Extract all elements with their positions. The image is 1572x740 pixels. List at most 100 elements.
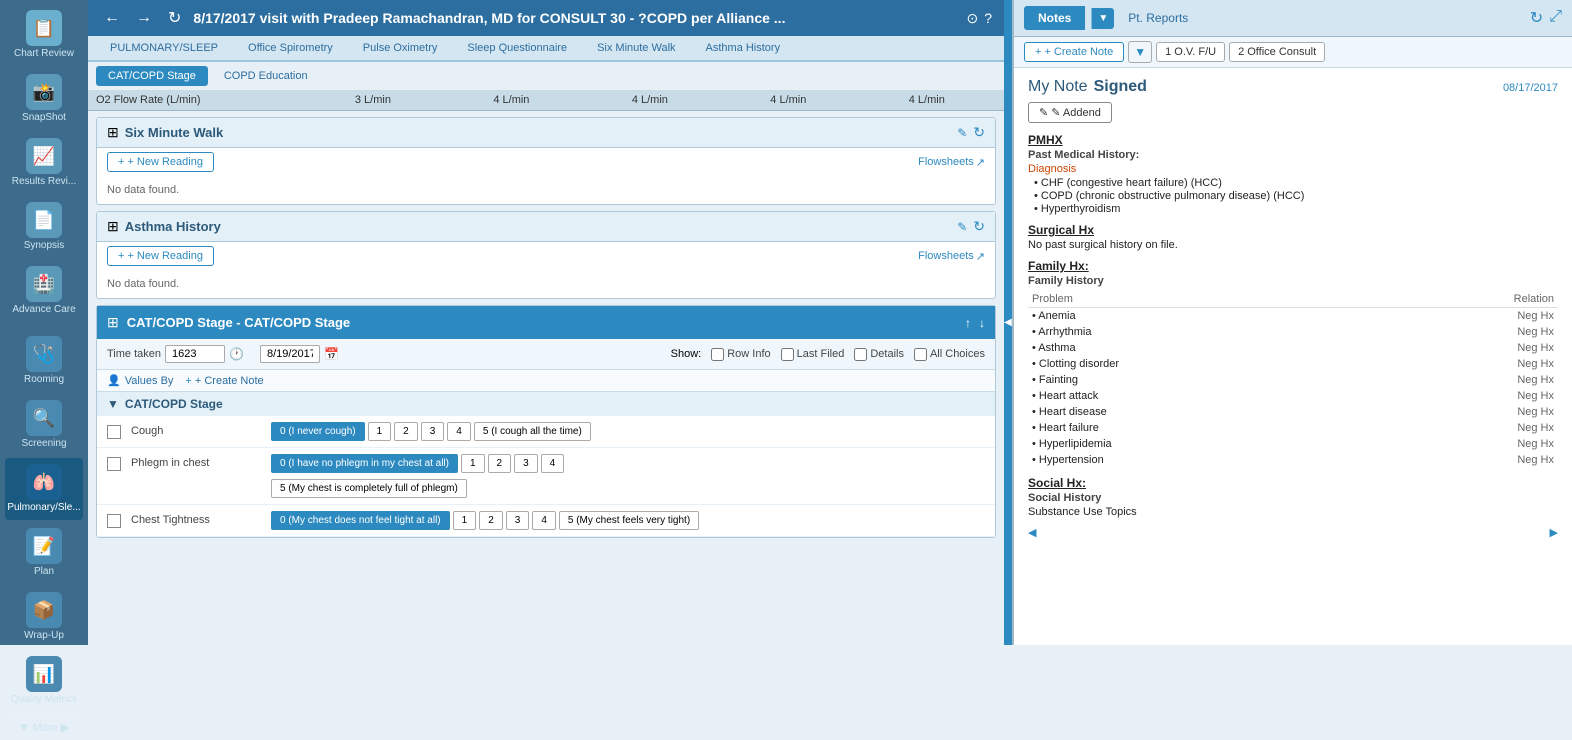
sidebar-item-quality[interactable]: 📊 Quality Metrics bbox=[5, 650, 83, 712]
page-title: 8/17/2017 visit with Pradeep Ramachandra… bbox=[193, 10, 958, 26]
refresh-notes-icon[interactable]: ↻ bbox=[1530, 8, 1543, 28]
create-note-button[interactable]: + + Create Note bbox=[1024, 42, 1124, 62]
all-choices-checkbox[interactable] bbox=[914, 348, 927, 361]
sidebar-item-advance-care[interactable]: 🏥 Advance Care bbox=[5, 260, 83, 322]
all-choices-checkbox-label[interactable]: All Choices bbox=[914, 348, 985, 361]
phlegm-opt-2[interactable]: 2 bbox=[488, 454, 512, 473]
chest-opt-2[interactable]: 2 bbox=[479, 511, 503, 530]
refresh-icon-smw[interactable]: ↻ bbox=[973, 124, 985, 141]
chest-tightness-checkbox[interactable] bbox=[107, 514, 121, 528]
phlegm-opt-1[interactable]: 1 bbox=[461, 454, 485, 473]
row-info-checkbox[interactable] bbox=[711, 348, 724, 361]
note-my-label: My Note bbox=[1028, 78, 1088, 96]
sidebar-item-synopsis[interactable]: 📄 Synopsis bbox=[5, 196, 83, 258]
last-filed-checkbox-label[interactable]: Last Filed bbox=[781, 348, 845, 361]
create-note-link[interactable]: + + Create Note bbox=[185, 375, 263, 387]
screening-icon: 🔍 bbox=[26, 400, 62, 436]
tab-sleep-questionnaire[interactable]: Sleep Questionnaire bbox=[453, 36, 581, 62]
chest-tightness-label: Chest Tightness bbox=[131, 511, 261, 526]
scroll-left-icon[interactable]: ◀ bbox=[1028, 526, 1036, 539]
main-content: ← → ↻ 8/17/2017 visit with Pradeep Ramac… bbox=[88, 0, 1004, 645]
tab-pulmonary-sleep[interactable]: PULMONARY/SLEEP bbox=[96, 36, 232, 62]
last-filed-checkbox[interactable] bbox=[781, 348, 794, 361]
refresh-icon-ah[interactable]: ↻ bbox=[973, 218, 985, 235]
family-problem-0: • Anemia bbox=[1028, 308, 1379, 325]
addend-button[interactable]: ✎ ✎ Addend bbox=[1028, 102, 1112, 123]
chest-opt-0[interactable]: 0 (My chest does not feel tight at all) bbox=[271, 511, 450, 530]
sidebar-item-results[interactable]: 📈 Results Revi... bbox=[5, 132, 83, 194]
chest-opt-3[interactable]: 3 bbox=[506, 511, 530, 530]
note-content[interactable]: My Note Signed 08/17/2017 ✎ ✎ Addend PMH… bbox=[1014, 68, 1572, 645]
sidebar-item-rooming[interactable]: 🩺 Rooming bbox=[5, 330, 83, 392]
tab-pulse-oximetry[interactable]: Pulse Oximetry bbox=[349, 36, 452, 62]
row-info-checkbox-label[interactable]: Row Info bbox=[711, 348, 770, 361]
cough-opt-0[interactable]: 0 (I never cough) bbox=[271, 422, 365, 441]
sidebar-item-snapshot[interactable]: 📸 SnapShot bbox=[5, 68, 83, 130]
details-checkbox-label[interactable]: Details bbox=[854, 348, 904, 361]
filter-ov-fu-button[interactable]: 1 O.V. F/U bbox=[1156, 42, 1225, 62]
forward-button[interactable]: → bbox=[132, 7, 156, 29]
pt-reports-button[interactable]: Pt. Reports bbox=[1120, 7, 1196, 29]
external-link-icon[interactable]: ⊙ bbox=[966, 10, 978, 27]
subtab-copd-education[interactable]: COPD Education bbox=[212, 66, 320, 86]
splitter-handle[interactable]: ◀ bbox=[1004, 0, 1012, 645]
home-button[interactable]: ↻ bbox=[164, 6, 185, 30]
cough-opt-3[interactable]: 3 bbox=[421, 422, 445, 441]
new-reading-btn-smw[interactable]: + + New Reading bbox=[107, 152, 214, 172]
edit-icon-ah[interactable]: ✎ bbox=[957, 220, 967, 234]
chest-tightness-row: Chest Tightness 0 (My chest does not fee… bbox=[97, 505, 995, 537]
table-row: • FaintingNeg Hx bbox=[1028, 372, 1558, 388]
sidebar-item-pulmonary[interactable]: 🫁 Pulmonary/Sle... bbox=[5, 458, 83, 520]
content-scroll[interactable]: ⊞ Six Minute Walk ✎ ↻ + + New Reading Fl… bbox=[88, 111, 1004, 645]
catcopd-form-section-header: ▼ CAT/COPD Stage bbox=[97, 392, 995, 416]
dropdown-icon-create[interactable]: ▼ bbox=[1128, 41, 1152, 63]
help-icon[interactable]: ? bbox=[984, 10, 992, 27]
chest-opt-4[interactable]: 4 bbox=[532, 511, 556, 530]
notes-tab-button[interactable]: Notes bbox=[1024, 6, 1085, 30]
subtab-catcopd-stage[interactable]: CAT/COPD Stage bbox=[96, 66, 208, 86]
sidebar-item-chart-review[interactable]: 📋 Chart Review bbox=[5, 4, 83, 66]
phlegm-checkbox[interactable] bbox=[107, 457, 121, 471]
time-taken-input[interactable] bbox=[165, 345, 225, 363]
values-by-group[interactable]: 👤 Values By bbox=[107, 374, 173, 387]
phlegm-opt-5[interactable]: 5 (My chest is completely full of phlegm… bbox=[271, 479, 467, 498]
phlegm-opt-0[interactable]: 0 (I have no phlegm in my chest at all) bbox=[271, 454, 458, 473]
cough-checkbox[interactable] bbox=[107, 425, 121, 439]
sort-down-icon[interactable]: ↓ bbox=[979, 316, 985, 330]
edit-icon-smw[interactable]: ✎ bbox=[957, 126, 967, 140]
phlegm-opt-3[interactable]: 3 bbox=[514, 454, 538, 473]
table-icon-ah: ⊞ bbox=[107, 218, 119, 235]
flowsheets-link-ah[interactable]: Flowsheets ↗ bbox=[918, 250, 985, 263]
tab-office-spirometry[interactable]: Office Spirometry bbox=[234, 36, 347, 62]
collapse-icon[interactable]: ▼ bbox=[107, 397, 119, 411]
flowsheets-link-smw[interactable]: Flowsheets ↗ bbox=[918, 156, 985, 169]
details-checkbox[interactable] bbox=[854, 348, 867, 361]
sidebar-more[interactable]: ▼ More ▶ bbox=[5, 714, 83, 740]
expand-notes-icon[interactable]: ⤢ bbox=[1549, 8, 1562, 28]
pmhx-subsection: Past Medical History: bbox=[1028, 149, 1558, 161]
phlegm-opt-4[interactable]: 4 bbox=[541, 454, 565, 473]
cough-opt-4[interactable]: 4 bbox=[447, 422, 471, 441]
table-icon-catcopd: ⊞ bbox=[107, 314, 119, 331]
flowsheets-icon-smw: ↗ bbox=[976, 156, 985, 169]
new-reading-btn-ah[interactable]: + + New Reading bbox=[107, 246, 214, 266]
sort-up-icon[interactable]: ↑ bbox=[965, 316, 971, 330]
filter-office-consult-button[interactable]: 2 Office Consult bbox=[1229, 42, 1325, 62]
back-button[interactable]: ← bbox=[100, 7, 124, 29]
cough-opt-2[interactable]: 2 bbox=[394, 422, 418, 441]
header-icons: ⊙ ? bbox=[966, 10, 992, 27]
sidebar-item-wrapup[interactable]: 📦 Wrap-Up bbox=[5, 586, 83, 648]
tab-asthma-history[interactable]: Asthma History bbox=[692, 36, 795, 62]
chest-opt-5[interactable]: 5 (My chest feels very tight) bbox=[559, 511, 699, 530]
scroll-right-icon[interactable]: ▶ bbox=[1550, 526, 1558, 539]
date-input[interactable] bbox=[260, 345, 320, 363]
tab-six-minute-walk[interactable]: Six Minute Walk bbox=[583, 36, 689, 62]
sidebar-item-plan[interactable]: 📝 Plan bbox=[5, 522, 83, 584]
sidebar-item-screening[interactable]: 🔍 Screening bbox=[5, 394, 83, 456]
cough-opt-1[interactable]: 1 bbox=[368, 422, 392, 441]
cough-label: Cough bbox=[131, 422, 261, 437]
header-field-label: O2 Flow Rate (L/min) bbox=[96, 94, 304, 106]
chest-opt-1[interactable]: 1 bbox=[453, 511, 477, 530]
notes-tab-dropdown[interactable]: ▼ bbox=[1091, 8, 1114, 29]
cough-opt-5[interactable]: 5 (I cough all the time) bbox=[474, 422, 591, 441]
